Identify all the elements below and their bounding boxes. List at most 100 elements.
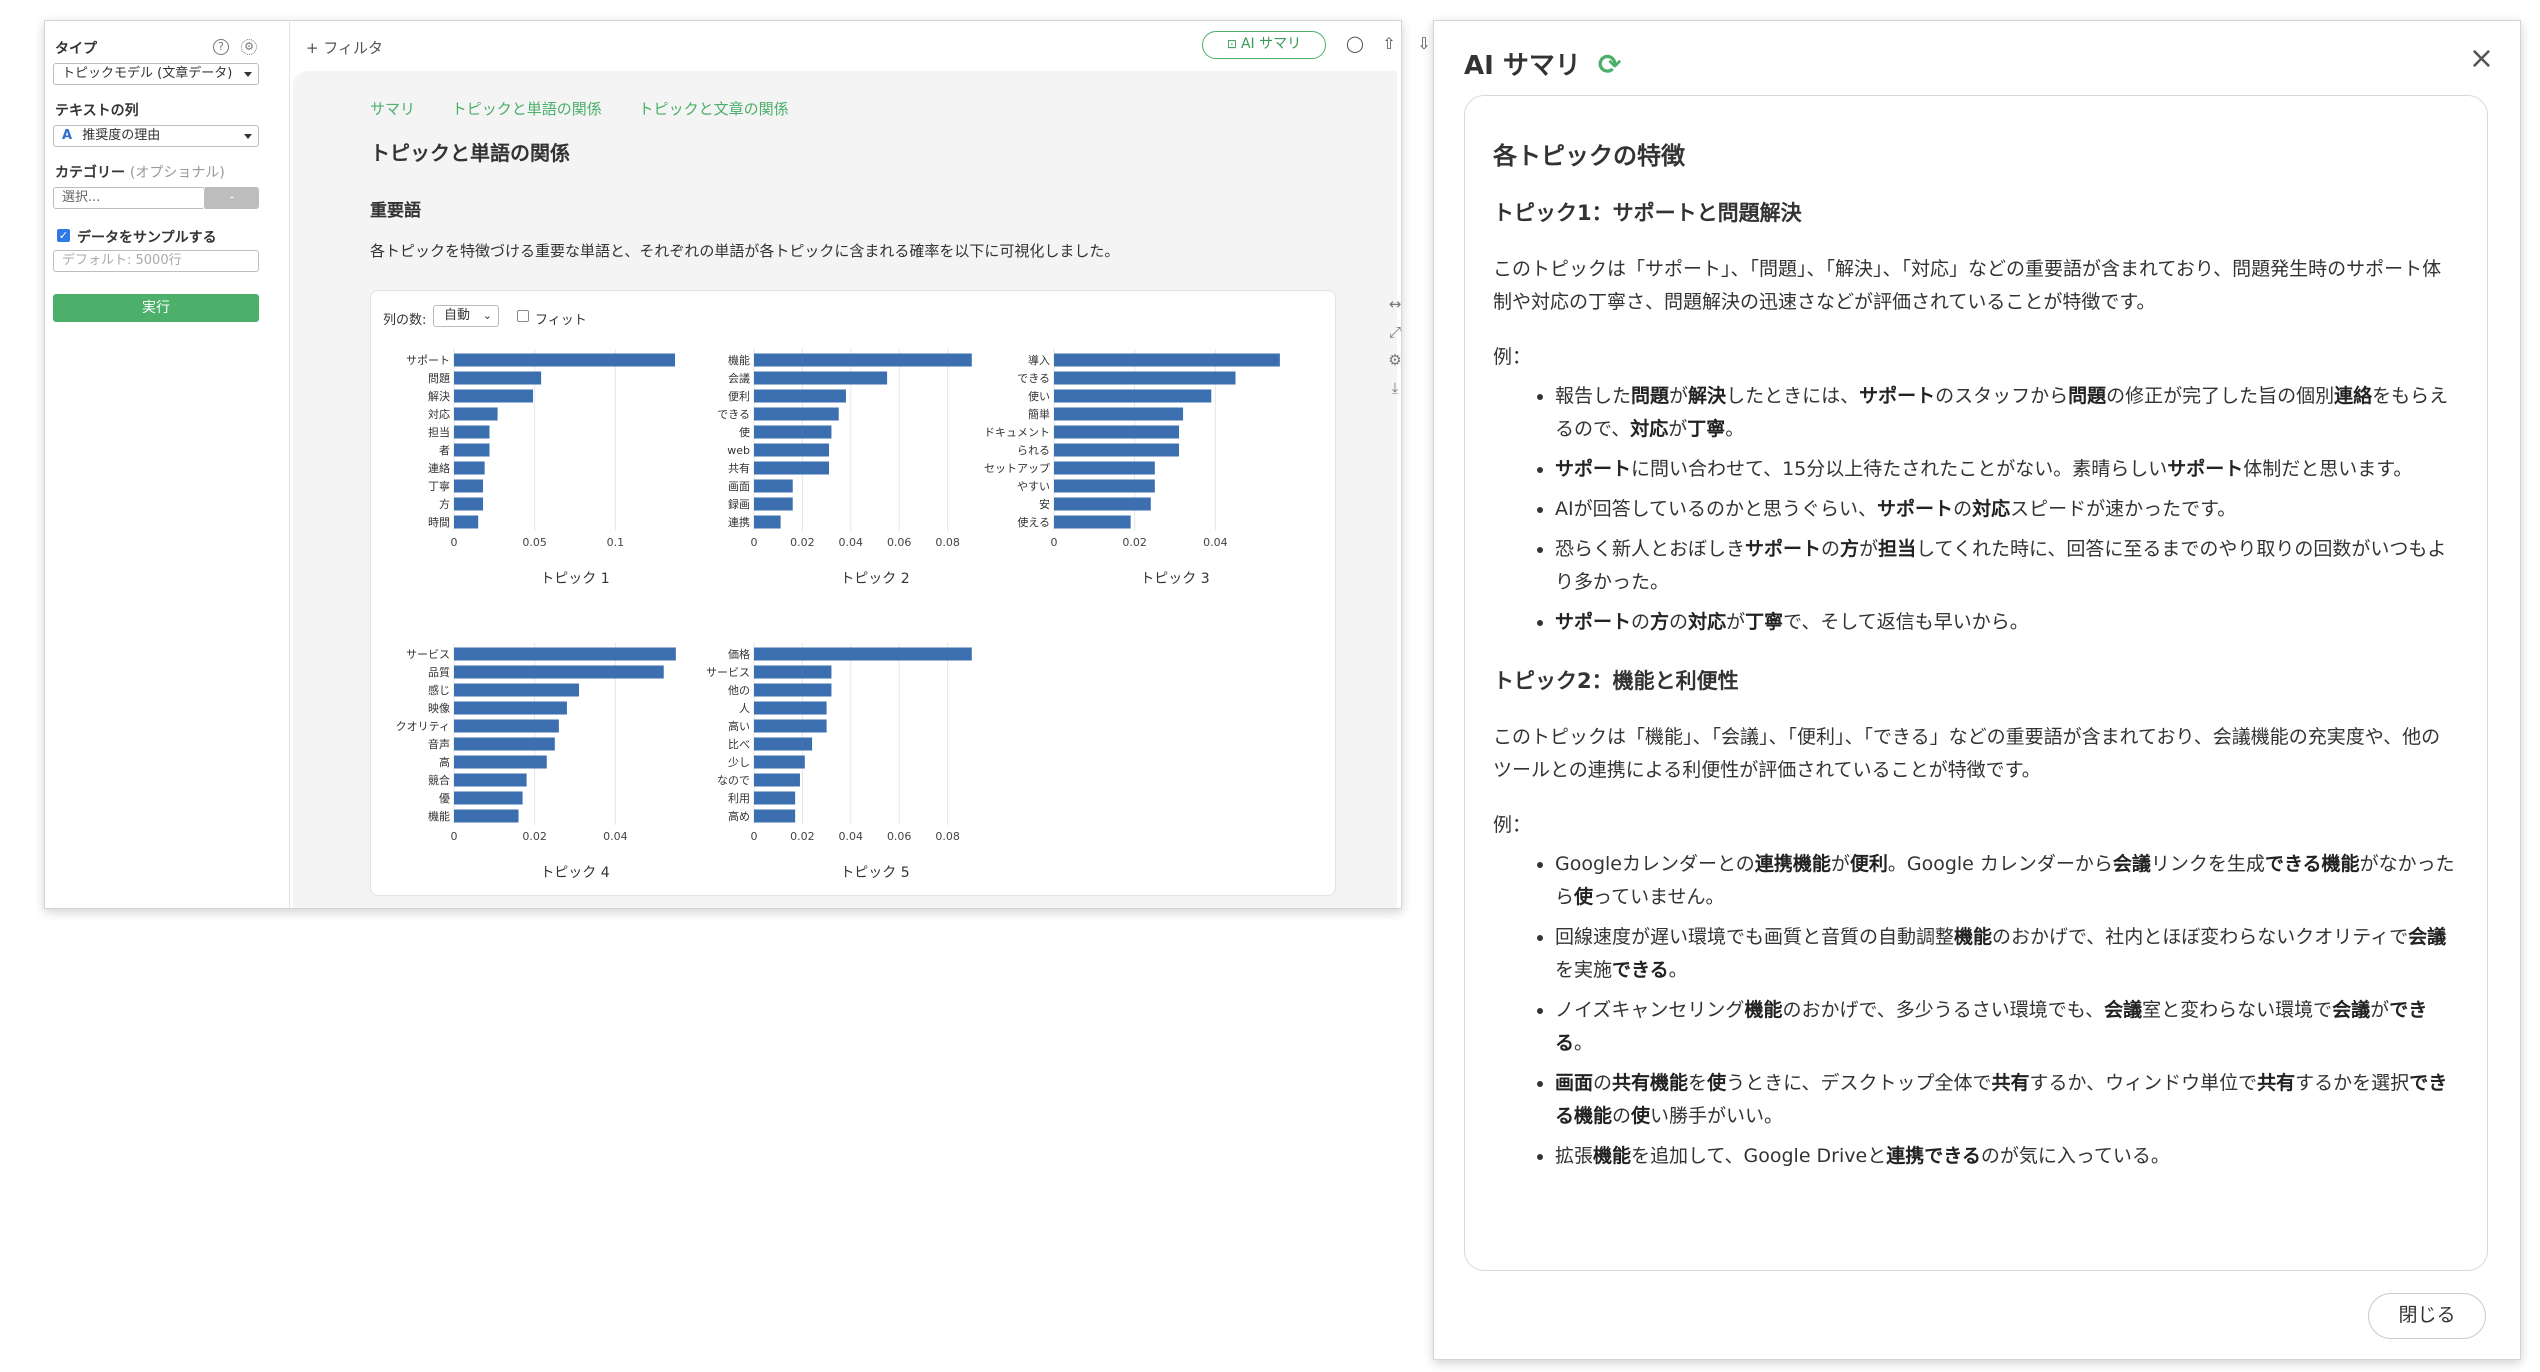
chart-title: トピック 5 bbox=[840, 865, 909, 881]
bar bbox=[454, 809, 519, 823]
bar bbox=[754, 425, 832, 439]
category-label: 人 bbox=[739, 702, 750, 715]
tab-summary[interactable]: サマリ bbox=[370, 100, 415, 118]
category-clear-button[interactable]: - bbox=[205, 187, 259, 209]
settings-sidebar: タイプ ? ⚙ トピックモデル (文章データ) テキストの列 A 推奨度の理由 … bbox=[45, 21, 290, 908]
category-label: 時間 bbox=[428, 516, 450, 529]
bar bbox=[454, 719, 559, 733]
example-text: で、そして返信も早いから。 bbox=[1783, 611, 2029, 633]
category-label: 会議 bbox=[728, 371, 750, 385]
type-label: タイプ bbox=[55, 41, 97, 57]
view-tabs: サマリ トピックと単語の関係 トピックと文章の関係 bbox=[370, 98, 821, 119]
keyword-highlight: 連絡 bbox=[2334, 385, 2373, 407]
sample-size-placeholder: デフォルト: 5000行 bbox=[62, 253, 182, 268]
bar bbox=[454, 665, 664, 679]
bar bbox=[454, 755, 547, 769]
sample-label: データをサンプルする bbox=[77, 230, 217, 246]
refresh-icon[interactable]: ⟳ bbox=[1598, 48, 1621, 81]
x-tick-label: 0.02 bbox=[1122, 536, 1147, 549]
tab-topic-word[interactable]: トピックと単語の関係 bbox=[452, 100, 602, 118]
text-column-label: テキストの列 bbox=[55, 103, 139, 119]
sample-checkbox[interactable]: ✓ bbox=[57, 229, 70, 242]
category-label: 録画 bbox=[728, 497, 750, 511]
summary-content: 各トピックの特徴 トピック1：サポートと問題解決 このトピックは「サポート」、「… bbox=[1464, 95, 2488, 1271]
keyword-highlight: 対応 bbox=[1630, 418, 1669, 440]
keyword-highlight: 問題 bbox=[2068, 385, 2107, 407]
bar bbox=[1054, 443, 1180, 457]
bar bbox=[454, 791, 523, 805]
gear-icon[interactable]: ⚙ bbox=[241, 39, 257, 55]
download-icon[interactable]: ⇩ bbox=[1415, 35, 1433, 53]
download-icon[interactable]: ⤓ bbox=[1385, 379, 1405, 407]
example-text: AIが回答しているのかと思うぐらい、 bbox=[1555, 498, 1878, 520]
example-text: 。 bbox=[1574, 1032, 1594, 1054]
type-select[interactable]: トピックモデル (文章データ) bbox=[53, 63, 259, 85]
example-text: 。Google カレンダーから bbox=[1887, 853, 2113, 875]
section-title: 重要語 bbox=[370, 201, 421, 221]
category-label: 共有 bbox=[728, 461, 750, 475]
bar bbox=[754, 515, 781, 529]
bar bbox=[454, 497, 484, 511]
keyword-highlight: できる bbox=[1612, 959, 1669, 981]
example-text: スピードが速かったです。 bbox=[2010, 498, 2237, 520]
category-select[interactable]: 選択... bbox=[53, 187, 205, 209]
bar bbox=[454, 683, 580, 697]
example-text: い勝手がいい。 bbox=[1650, 1105, 1784, 1127]
run-button[interactable]: 実行 bbox=[53, 294, 259, 322]
bar bbox=[454, 701, 567, 715]
keyword-highlight: 方 bbox=[1840, 538, 1860, 560]
bar bbox=[754, 701, 827, 715]
add-filter-button[interactable]: + フィルタ bbox=[306, 37, 383, 58]
example-text: の bbox=[1953, 498, 1973, 520]
tab-topic-document[interactable]: トピックと文章の関係 bbox=[639, 100, 789, 118]
close-button[interactable]: 閉じる bbox=[2368, 1293, 2486, 1339]
topic1-example-list: 報告した問題が解決したときには、サポートのスタッフから問題の修正が完了した旨の個… bbox=[1493, 380, 2459, 639]
bar bbox=[754, 809, 796, 823]
chart-tools: ↔ ⤢ ⚙ ⤓ bbox=[1385, 295, 1405, 407]
category-label: 丁寧 bbox=[428, 479, 450, 493]
share-icon[interactable]: ⇧ bbox=[1380, 35, 1398, 53]
category-label: 競合 bbox=[428, 773, 450, 787]
robot-icon: ⊡ bbox=[1226, 37, 1237, 51]
section-description: 各トピックを特徴づける重要な単語と、それぞれの単語が各トピックに含まれる確率を以… bbox=[370, 242, 1120, 260]
example-item: 回線速度が遅い環境でも画質と音質の自動調整機能のおかげで、社内とほぼ変わらないク… bbox=[1555, 921, 2459, 987]
comment-icon[interactable]: ◯ bbox=[1346, 35, 1364, 53]
category-label: 高い bbox=[728, 719, 750, 733]
topic1-example-label: 例： bbox=[1493, 346, 1532, 368]
ai-summary-button[interactable]: ⊡ AI サマリ bbox=[1202, 31, 1326, 59]
category-label: 問題 bbox=[428, 372, 450, 385]
bar bbox=[754, 773, 800, 787]
help-icon[interactable]: ? bbox=[213, 39, 229, 55]
example-text: するかを選択 bbox=[2295, 1072, 2410, 1094]
bar bbox=[454, 737, 555, 751]
bar bbox=[754, 479, 793, 493]
settings-icon[interactable]: ⚙ bbox=[1385, 351, 1405, 379]
category-label: 比べ bbox=[728, 738, 750, 751]
keyword-highlight: 会議 bbox=[2104, 999, 2143, 1021]
example-item: 拡張機能を追加して、Google Driveと連携できるのが気に入っている。 bbox=[1555, 1140, 2459, 1173]
close-icon[interactable]: × bbox=[2469, 41, 2494, 76]
example-text: 回線速度が遅い環境でも画質と音質の自動調整 bbox=[1555, 926, 1955, 948]
x-tick-label: 0.1 bbox=[607, 536, 625, 549]
expand-width-icon[interactable]: ↔ bbox=[1385, 295, 1405, 323]
keyword-highlight: サポート bbox=[2167, 458, 2244, 480]
x-tick-label: 0 bbox=[451, 536, 458, 549]
ai-summary-label: AI サマリ bbox=[1240, 36, 1302, 52]
bar bbox=[1054, 497, 1151, 511]
text-column-select[interactable]: A 推奨度の理由 bbox=[53, 125, 259, 147]
fullscreen-icon[interactable]: ⤢ bbox=[1385, 323, 1405, 351]
bar bbox=[454, 773, 527, 787]
example-text: に問い合わせて、15分以上待たされたことがない。素晴らしい bbox=[1631, 458, 2168, 480]
main-content: サマリ トピックと単語の関係 トピックと文章の関係 トピックと単語の関係 重要語… bbox=[293, 71, 1402, 908]
keyword-highlight: 機能 bbox=[1954, 926, 1993, 948]
sample-size-input[interactable]: デフォルト: 5000行 bbox=[53, 250, 259, 272]
example-text: が bbox=[2370, 999, 2390, 1021]
category-label: サービス bbox=[706, 666, 750, 679]
example-item: 画面の共有機能を使うときに、デスクトップ全体で共有するか、ウィンドウ単位で共有す… bbox=[1555, 1067, 2459, 1133]
category-label: クオリティ bbox=[396, 720, 450, 733]
keyword-highlight: 問題 bbox=[1631, 385, 1670, 407]
example-text: の bbox=[1669, 611, 1689, 633]
x-tick-label: 0.04 bbox=[839, 830, 864, 843]
dialog-title: AI サマリ ⟳ bbox=[1464, 45, 1621, 82]
x-tick-label: 0.08 bbox=[935, 536, 960, 549]
